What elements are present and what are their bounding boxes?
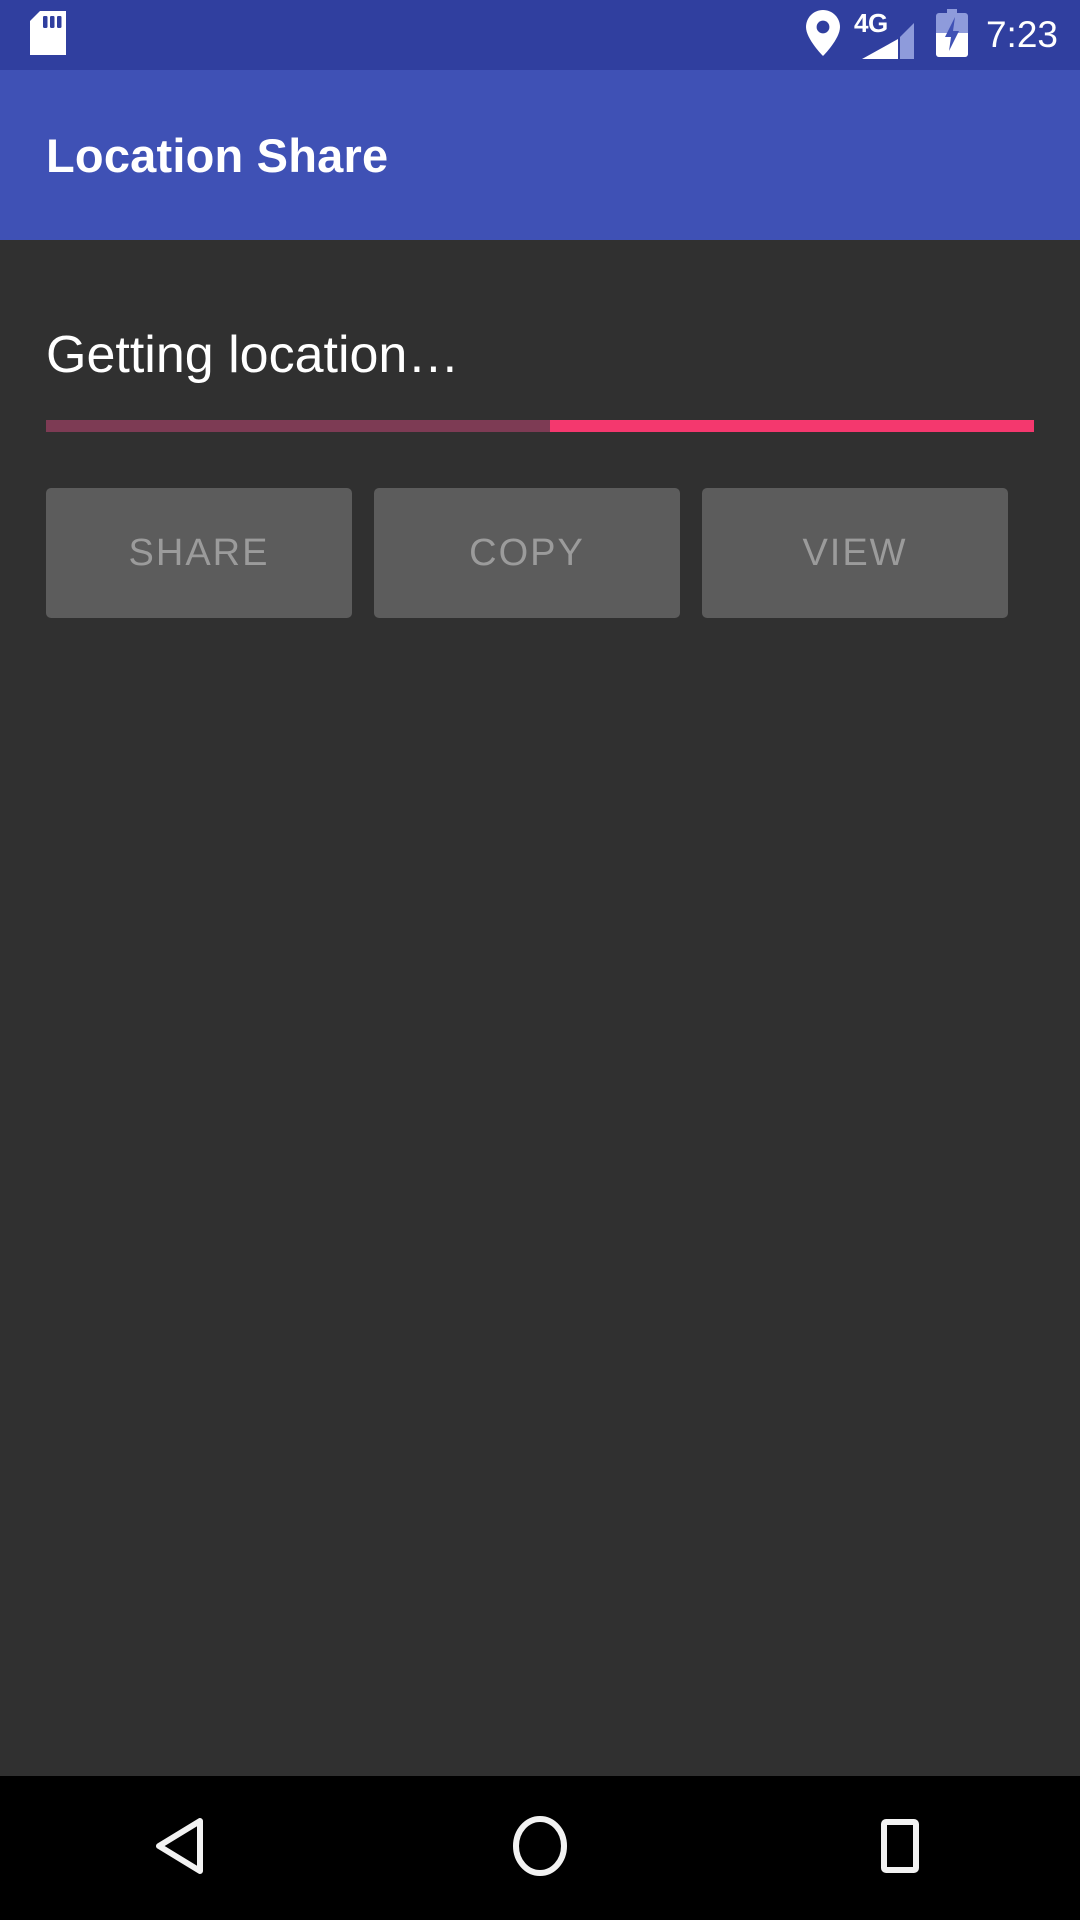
location-pin-icon: [805, 9, 840, 61]
status-bar-left-icons: [0, 10, 66, 60]
home-circle-icon: [512, 1815, 568, 1881]
main-content: Getting location… SHARE COPY VIEW: [0, 240, 1080, 1776]
signal-indicator-group: 4G: [854, 10, 920, 59]
copy-button[interactable]: COPY: [374, 488, 680, 618]
status-bar-clock: 7:23: [985, 13, 1058, 55]
share-button[interactable]: SHARE: [46, 488, 352, 618]
battery-charging-icon: [935, 8, 968, 62]
back-triangle-icon: [154, 1817, 206, 1879]
app-title: Location Share: [46, 128, 389, 182]
view-button[interactable]: VIEW: [702, 488, 1008, 618]
signal-bars-icon: [861, 23, 914, 64]
progress-indicator: [549, 420, 1034, 432]
status-bar: 4G 7:23: [0, 0, 1080, 70]
location-progress-bar: [46, 420, 1034, 432]
recents-square-icon: [873, 1817, 927, 1880]
nav-home-button[interactable]: [360, 1776, 720, 1920]
nav-back-button[interactable]: [0, 1776, 360, 1920]
sd-card-icon: [30, 11, 66, 60]
nav-recents-button[interactable]: [720, 1776, 1080, 1920]
phone-screen: 4G 7:23 Location Share Getting location……: [0, 0, 1080, 1920]
action-button-row: SHARE COPY VIEW: [46, 488, 1008, 618]
app-bar: Location Share: [0, 70, 1080, 240]
status-message-label: Getting location…: [46, 326, 460, 384]
status-bar-right-icons: 4G 7:23: [805, 0, 1058, 70]
navigation-bar: [0, 1776, 1080, 1920]
